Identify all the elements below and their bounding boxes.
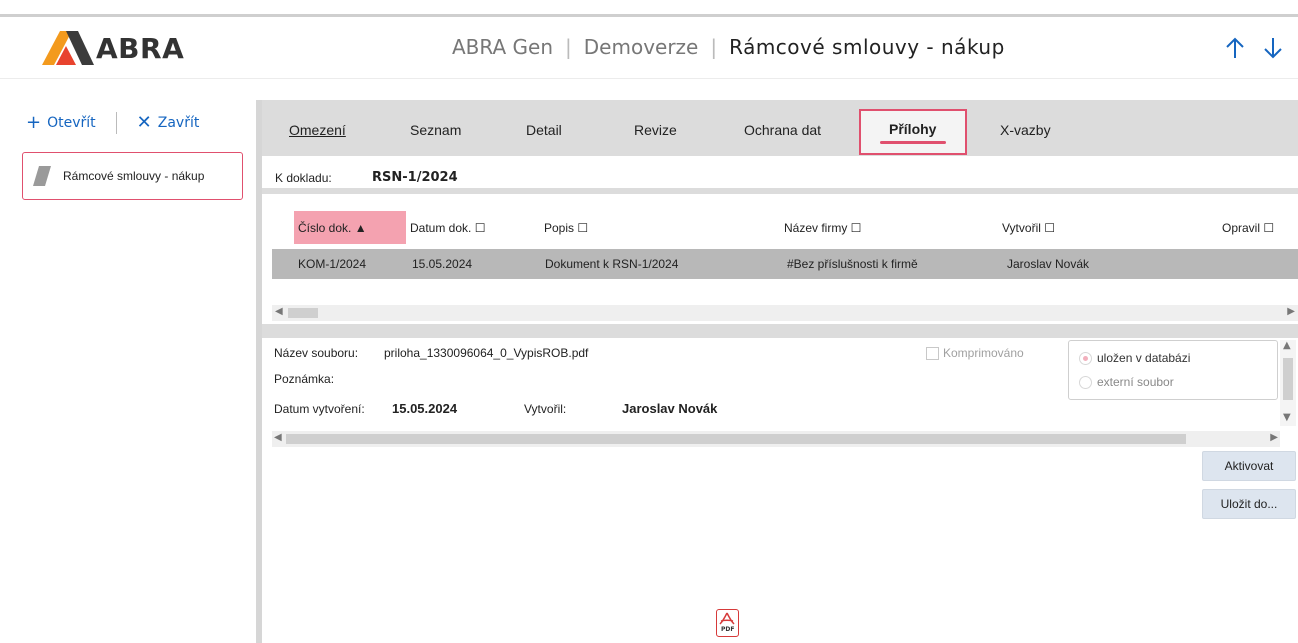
cell-vytvoril: Jaroslav Novák	[1007, 257, 1090, 271]
scroll-down-icon[interactable]: ▼	[1283, 412, 1291, 423]
scroll-thumb[interactable]	[288, 308, 318, 318]
abra-logo: ABRA	[42, 31, 184, 65]
storage-ext-label: externí soubor	[1097, 375, 1174, 389]
pdf-label: PDF	[721, 626, 735, 633]
column-label: Popis ☐	[544, 220, 589, 235]
tab-x-vazby[interactable]: X-vazby	[1000, 122, 1051, 138]
detail-vertical-scrollbar[interactable]: ▲ ▼	[1280, 340, 1296, 426]
app-header: ABRA ABRA Gen | Demoverze | Rámcové smlo…	[0, 17, 1298, 79]
scroll-thumb-vertical[interactable]	[1283, 358, 1293, 400]
tab-prilohy-label: Přílohy	[889, 121, 937, 137]
close-button[interactable]: ✕ Zavřít	[137, 114, 200, 132]
compressed-label: Komprimováno	[943, 346, 1024, 360]
arrow-down-icon	[1264, 38, 1282, 59]
tab-seznam[interactable]: Seznam	[410, 122, 461, 138]
document-label: K dokladu:	[275, 171, 332, 185]
detail-horizontal-scrollbar[interactable]: ◀ ▶	[272, 431, 1280, 447]
scroll-right-icon-2[interactable]: ▶	[1270, 432, 1278, 443]
tab-ochrana-dat[interactable]: Ochrana dat	[744, 122, 821, 138]
tab-bar: Omezení Seznam Detail Revize Ochrana dat…	[262, 100, 1298, 156]
sidebar-item-label: Rámcové smlouvy - nákup	[63, 169, 205, 183]
page-title: Rámcové smlouvy - nákup	[729, 35, 1005, 59]
document-bar: K dokladu: RSN-1/2024	[262, 158, 1298, 194]
abra-logo-icon	[42, 31, 94, 65]
window-title: ABRA Gen | Demoverze | Rámcové smlouvy -…	[452, 35, 1005, 59]
sidebar-item-ramcove-smlouvy[interactable]: Rámcové smlouvy - nákup	[22, 152, 243, 200]
activate-button[interactable]: Aktivovat	[1202, 451, 1296, 481]
tab-prilohy[interactable]: Přílohy	[859, 109, 967, 155]
logo-text: ABRA	[96, 31, 185, 65]
scroll-left-icon-2[interactable]: ◀	[274, 432, 282, 443]
open-label: Otevřít	[47, 115, 96, 131]
split-divider[interactable]	[262, 324, 1298, 338]
storage-db-label: uložen v databázi	[1097, 351, 1191, 365]
cell-popis: Dokument k RSN-1/2024	[545, 257, 679, 271]
tab-detail[interactable]: Detail	[526, 122, 562, 138]
edition-label: Demoverze	[583, 35, 699, 59]
save-to-button[interactable]: Uložit do...	[1202, 489, 1296, 519]
scroll-thumb-2[interactable]	[286, 434, 1186, 444]
column-header-vytvoril[interactable]: Vytvořil ☐	[1002, 211, 1055, 244]
app-name: ABRA Gen	[452, 35, 554, 59]
module-icon	[33, 166, 51, 186]
close-icon: ✕	[136, 112, 152, 133]
column-header-datum[interactable]: Datum dok. ☐	[410, 211, 485, 244]
cell-firma: #Bez příslušnosti k firmě	[787, 257, 918, 271]
next-button[interactable]	[1260, 33, 1286, 63]
column-header-popis[interactable]: Popis ☐	[544, 211, 588, 244]
close-label: Zavřít	[157, 115, 200, 131]
title-separator-2: |	[710, 35, 718, 59]
attachments-grid: Číslo dok. ▲ Datum dok. ☐ Popis ☐ Název …	[262, 200, 1298, 322]
arrow-up-icon	[1226, 37, 1244, 58]
created-date-label: Datum vytvoření:	[274, 402, 365, 416]
plus-icon: +	[26, 112, 42, 133]
title-separator: |	[565, 35, 572, 59]
storage-db-radio[interactable]	[1079, 352, 1092, 365]
tab-omezeni[interactable]: Omezení	[289, 122, 346, 138]
created-date-value: 15.05.2024	[392, 401, 458, 416]
scroll-right-icon[interactable]: ▶	[1287, 306, 1295, 317]
column-label: Vytvořil ☐	[1002, 220, 1055, 235]
pdf-icon: PDF	[716, 609, 739, 637]
scroll-left-icon[interactable]: ◀	[275, 306, 283, 317]
action-divider	[115, 112, 117, 134]
storage-ext-radio[interactable]	[1079, 376, 1092, 389]
column-header-opravil[interactable]: Opravil ☐	[1222, 211, 1274, 244]
author-value: Jaroslav Novák	[622, 401, 718, 416]
previous-button[interactable]	[1222, 33, 1248, 63]
column-header-firma[interactable]: Název firmy ☐	[784, 211, 861, 244]
note-label: Poznámka:	[274, 372, 335, 386]
compressed-checkbox[interactable]	[926, 347, 939, 360]
active-tab-indicator	[880, 141, 946, 144]
table-row[interactable]: KOM-1/2024 15.05.2024 Dokument k RSN-1/2…	[272, 249, 1298, 279]
author-label: Vytvořil:	[524, 402, 567, 416]
column-label: Název firmy ☐	[784, 220, 862, 235]
grid-horizontal-scrollbar[interactable]: ◀ ▶	[272, 305, 1298, 321]
file-name-value: priloha_1330096064_0_VypisROB.pdf	[384, 346, 589, 360]
column-header-cislo[interactable]: Číslo dok. ▲	[294, 211, 406, 244]
scroll-up-icon[interactable]: ▲	[1283, 340, 1291, 351]
open-button[interactable]: + Otevřít	[26, 114, 96, 132]
cell-datum: 15.05.2024	[412, 257, 473, 271]
storage-group	[1068, 340, 1278, 400]
column-label: Datum dok. ☐	[410, 220, 486, 235]
acrobat-icon	[719, 612, 735, 625]
sidebar-actions: + Otevřít ✕ Zavřít	[26, 112, 199, 134]
cell-cislo: KOM-1/2024	[298, 257, 367, 271]
column-label: Opravil ☐	[1222, 220, 1275, 235]
document-number: RSN-1/2024	[372, 170, 458, 185]
column-label: Číslo dok. ▲	[298, 220, 367, 235]
file-name-label: Název souboru:	[274, 346, 359, 360]
tab-revize[interactable]: Revize	[634, 122, 677, 138]
